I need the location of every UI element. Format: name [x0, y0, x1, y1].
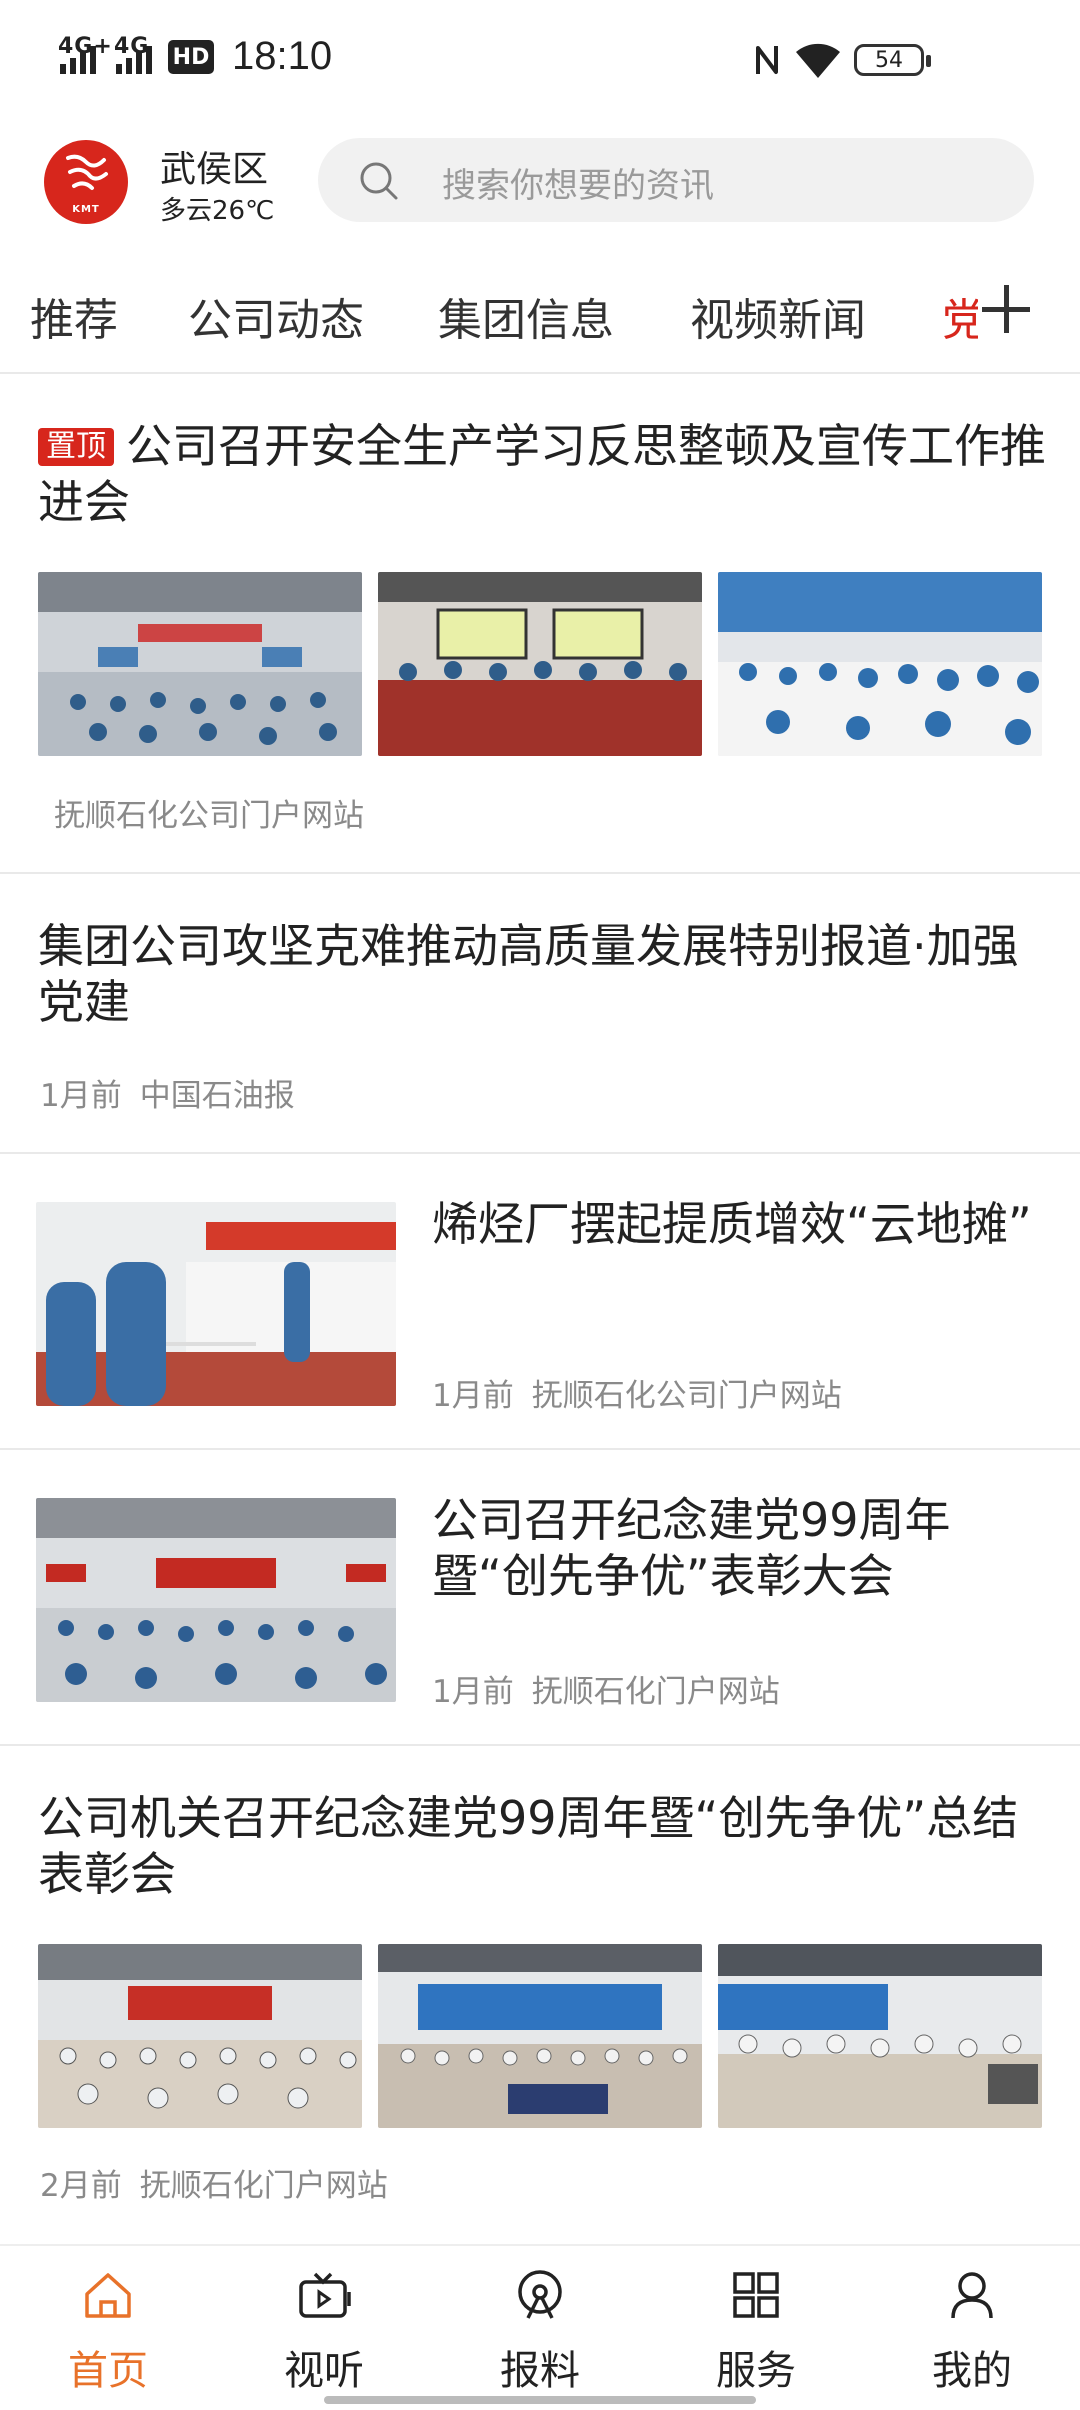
news-source: 中国石油报: [139, 1078, 295, 1114]
news-image[interactable]: [36, 1202, 396, 1406]
search-icon: [360, 162, 398, 200]
news-source: 抚顺石化公司门户网站: [531, 1378, 842, 1414]
news-title-1[interactable]: 置顶 公司召开安全生产学习反思整顿及宣传工作推进会: [38, 418, 1048, 530]
news-image[interactable]: [36, 1498, 396, 1702]
news-time: 1月前: [432, 1378, 514, 1414]
status-time: 18:10: [232, 34, 333, 78]
nav-video[interactable]: 视听: [244, 2266, 404, 2396]
home-indicator[interactable]: [324, 2396, 756, 2404]
news-meta-4: 1月前 抚顺石化门户网站: [432, 1666, 780, 1711]
wifi-icon: [796, 43, 840, 78]
news-time: 1月前: [432, 1674, 514, 1710]
news-time: 2月前: [40, 2168, 122, 2204]
news-image[interactable]: [38, 572, 362, 756]
hd-voice-icon: HD: [168, 40, 214, 74]
news-meta-3: 1月前 抚顺石化公司门户网站: [432, 1370, 842, 1415]
news-image[interactable]: [38, 1944, 362, 2128]
news-title-text: 公司召开安全生产学习反思整顿及宣传工作推进会: [38, 419, 1046, 529]
grid-icon: [733, 2272, 779, 2318]
add-channel-icon[interactable]: [982, 282, 1038, 338]
weather-text: 多云26℃: [160, 196, 275, 226]
bottom-nav: 首页 视听 报料 服务 我的: [0, 2244, 1080, 2410]
location-name[interactable]: 武侯区: [160, 140, 268, 192]
signal-icon: [116, 46, 152, 74]
news-source: 抚顺石化门户网站: [139, 2168, 388, 2204]
nav-mine[interactable]: 我的: [892, 2266, 1052, 2396]
divider: [0, 1448, 1080, 1450]
signal-icon: [60, 46, 96, 74]
divider: [0, 372, 1080, 374]
nav-home-label: 首页: [68, 2348, 148, 2394]
news-image[interactable]: [378, 572, 702, 756]
logo-mark-icon: [66, 154, 108, 190]
app-logo[interactable]: KMT: [44, 140, 128, 224]
nav-report-label: 报料: [500, 2348, 580, 2394]
channel-tabs: 推荐 公司动态 集团信息 视频新闻 党: [0, 260, 1080, 370]
nav-report[interactable]: 报料: [460, 2266, 620, 2396]
pinned-badge: 置顶: [38, 428, 114, 466]
tab-party[interactable]: 党: [942, 284, 978, 348]
news-source: 抚顺石化门户网站: [531, 1674, 780, 1710]
news-image[interactable]: [718, 1944, 1042, 2128]
search-bar[interactable]: 搜索你想要的资讯: [318, 138, 1034, 222]
nav-home[interactable]: 首页: [28, 2266, 188, 2396]
news-meta-5: 2月前 抚顺石化门户网站: [40, 2160, 388, 2205]
user-icon: [951, 2272, 993, 2319]
tab-video-news[interactable]: 视频新闻: [690, 284, 866, 348]
nav-mine-label: 我的: [932, 2348, 1012, 2394]
tab-group-info[interactable]: 集团信息: [438, 284, 614, 348]
news-title-5[interactable]: 公司机关召开纪念建党99周年暨“创先争优”总结表彰会: [38, 1790, 1048, 1902]
broadcast-icon: [518, 2270, 562, 2319]
divider: [0, 872, 1080, 874]
logo-text: KMT: [72, 203, 100, 215]
battery-icon: 54: [854, 44, 931, 76]
news-title-3[interactable]: 烯烃厂摆起提质增效“云地摊”: [432, 1196, 1032, 1252]
news-title-4[interactable]: 公司召开纪念建党99周年暨“创先争优”表彰大会: [432, 1492, 1032, 1604]
tab-recommend[interactable]: 推荐: [30, 284, 118, 348]
status-bar: 4G+ 4G HD 18:10 54: [0, 0, 1080, 120]
news-meta-2: 1月前 中国石油报: [40, 1070, 295, 1115]
news-meta-1: 抚顺石化公司门户网站: [54, 790, 364, 835]
divider: [0, 1152, 1080, 1154]
divider: [0, 1744, 1080, 1746]
news-image[interactable]: [378, 1944, 702, 2128]
nav-service-label: 服务: [716, 2348, 796, 2394]
news-time: 1月前: [40, 1078, 122, 1114]
news-source: 抚顺石化公司门户网站: [54, 798, 364, 834]
home-icon: [85, 2273, 131, 2318]
nav-video-label: 视听: [284, 2348, 364, 2394]
nfc-icon: [756, 46, 778, 74]
search-input[interactable]: 搜索你想要的资讯: [442, 158, 714, 207]
nav-service[interactable]: 服务: [676, 2266, 836, 2396]
news-image[interactable]: [718, 572, 1042, 756]
news-title-2[interactable]: 集团公司攻坚克难推动高质量发展特别报道·加强党建: [38, 918, 1048, 1030]
tv-play-icon: [299, 2272, 351, 2318]
tab-company-news[interactable]: 公司动态: [188, 284, 364, 348]
